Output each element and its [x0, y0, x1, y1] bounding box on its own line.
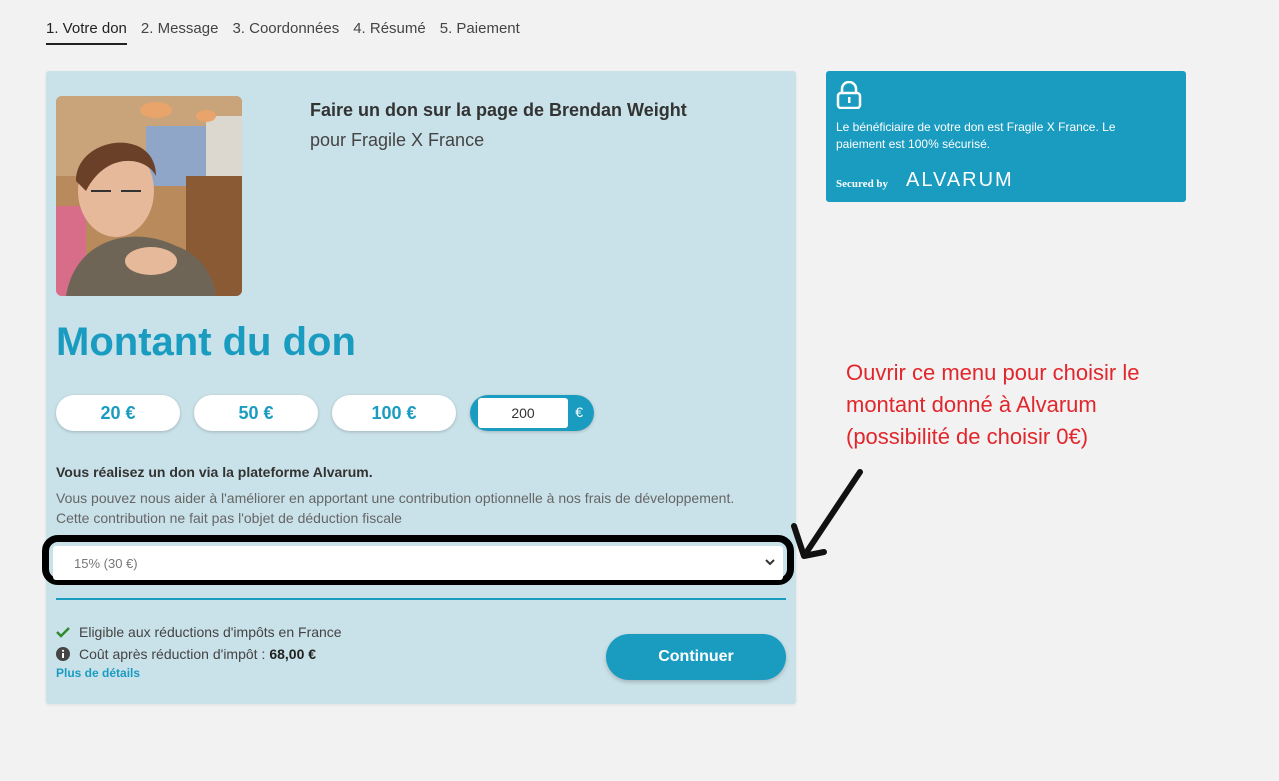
- tip-select[interactable]: 15% (30 €): [53, 546, 783, 580]
- currency-label: €: [575, 404, 583, 420]
- security-box: Le bénéficiaire de votre don est Fragile…: [826, 71, 1186, 202]
- step-navigation: 1. Votre don 2. Message 3. Coordonnées 4…: [46, 20, 520, 45]
- eligible-text: Eligible aux réductions d'impôts en Fran…: [79, 624, 342, 640]
- annotation-line-1: Ouvrir ce menu pour choisir le: [846, 360, 1140, 385]
- tip-select-value: 15% (30 €): [74, 556, 138, 571]
- platform-description: Vous pouvez nous aider à l'améliorer en …: [56, 488, 786, 528]
- annotation-line-2: montant donné à Alvarum: [846, 392, 1097, 417]
- lock-icon: [836, 80, 862, 114]
- secured-by-label: Secured by: [836, 178, 889, 190]
- arrow-annotation: [791, 469, 863, 559]
- amount-button-20[interactable]: 20 €: [56, 395, 180, 431]
- platform-heading: Vous réalisez un don via la plateforme A…: [56, 464, 373, 480]
- amount-options: 20 € 50 € 100 € €: [56, 395, 594, 431]
- cost-value: 68,00 €: [269, 646, 317, 662]
- fiscal-info: Eligible aux réductions d'impôts en Fran…: [56, 621, 342, 680]
- security-message: Le bénéficiaire de votre don est Fragile…: [836, 120, 1116, 151]
- cost-row: Coût après réduction d'impôt : 68,00 €: [56, 643, 342, 665]
- platform-line-2: Cette contribution ne fait pas l'objet d…: [56, 510, 402, 526]
- divider: [56, 598, 786, 600]
- intro-subtitle: pour Fragile X France: [310, 130, 485, 150]
- step-1-votre-don[interactable]: 1. Votre don: [46, 20, 127, 45]
- amount-title: Montant du don: [56, 320, 356, 364]
- info-icon: [56, 647, 70, 661]
- amount-button-50[interactable]: 50 €: [194, 395, 318, 431]
- annotation-text: Ouvrir ce menu pour choisir le montant d…: [846, 357, 1266, 453]
- check-icon: [56, 625, 70, 639]
- continue-button[interactable]: Continuer: [606, 634, 786, 680]
- tip-select-highlight: 15% (30 €): [42, 535, 794, 585]
- cost-label: Coût après réduction d'impôt :: [79, 646, 266, 662]
- intro-title: Faire un don sur la page de Brendan Weig…: [310, 100, 687, 120]
- chevron-down-icon: [763, 555, 777, 574]
- step-2-message[interactable]: 2. Message: [141, 20, 219, 45]
- eligible-row: Eligible aux réductions d'impôts en Fran…: [56, 621, 342, 643]
- donation-card: Faire un don sur la page de Brendan Weig…: [42, 71, 796, 704]
- custom-amount-field: €: [470, 395, 594, 431]
- fundraiser-photo: [56, 96, 242, 296]
- amount-button-100[interactable]: 100 €: [332, 395, 456, 431]
- step-5-paiement[interactable]: 5. Paiement: [440, 20, 520, 45]
- alvarum-logo: ALVARUM: [906, 169, 1014, 191]
- step-4-resume[interactable]: 4. Résumé: [353, 20, 426, 45]
- donation-intro: Faire un don sur la page de Brendan Weig…: [310, 100, 687, 151]
- platform-line-1: Vous pouvez nous aider à l'améliorer en …: [56, 490, 735, 506]
- custom-amount-input[interactable]: [478, 398, 568, 428]
- details-link[interactable]: Plus de détails: [56, 666, 342, 680]
- annotation-line-3: (possibilité de choisir 0€): [846, 424, 1089, 449]
- step-3-coordonnees[interactable]: 3. Coordonnées: [232, 20, 339, 45]
